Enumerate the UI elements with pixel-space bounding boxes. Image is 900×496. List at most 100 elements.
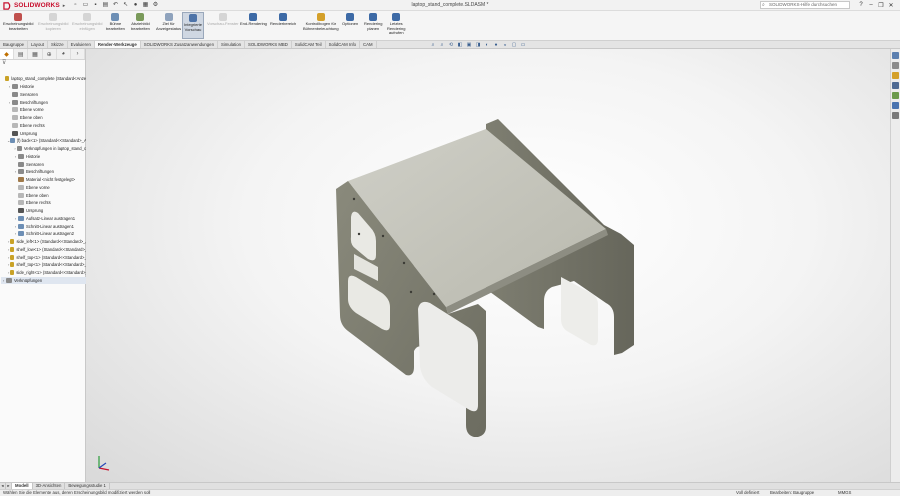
dimxpert-tab-icon[interactable]: ⊕: [43, 49, 57, 59]
ribbon-button-label: Kontrollbogen für Bühnenbeleuchtung: [303, 21, 339, 31]
tree-item[interactable]: Material <nicht festgelegt>: [13, 176, 86, 184]
edit-appearance-icon[interactable]: ●: [493, 42, 499, 48]
open-file-icon[interactable]: ▭: [82, 1, 89, 8]
select-icon[interactable]: ↖: [122, 1, 129, 8]
design-library-icon[interactable]: [892, 62, 899, 69]
tree-item[interactable]: ›side_left<1> (Standard<<Standard>_Anzei…: [7, 238, 86, 246]
tree-item[interactable]: › Beschriftungen: [7, 98, 86, 106]
more-tabs-icon[interactable]: ›: [71, 49, 86, 59]
options-gear-icon[interactable]: ⚙: [152, 1, 159, 8]
tree-item[interactable]: Ebene oben: [7, 114, 86, 122]
print-icon[interactable]: ▤: [102, 1, 109, 8]
laptop-stand-model[interactable]: [86, 49, 890, 482]
scene-icon[interactable]: ◒: [502, 42, 508, 48]
filter-icon[interactable]: ⊽: [0, 60, 85, 67]
ribbon-button-8[interactable]: End-Rendering: [240, 13, 267, 27]
display-manager-tab-icon[interactable]: ◕: [57, 49, 71, 59]
save-icon[interactable]: ▪: [92, 1, 99, 8]
tree-item[interactable]: laptop_stand_complete (Standard<Anzeiges…: [1, 75, 86, 83]
display-style-icon[interactable]: ◨: [475, 42, 481, 48]
undo-icon[interactable]: ↶: [112, 1, 119, 8]
help-button[interactable]: ?: [856, 0, 866, 10]
status-units[interactable]: MMGS: [838, 490, 851, 496]
tree-item[interactable]: › Historie: [7, 83, 86, 91]
restore-button[interactable]: ❐: [876, 0, 886, 10]
tree-item[interactable]: ›shelf_low<1> (Standard<<Standard>_Anzei…: [7, 246, 86, 254]
view-settings-icon[interactable]: ▢: [511, 42, 517, 48]
tree-item[interactable]: Sensoren: [13, 160, 86, 168]
custom-properties-icon[interactable]: [892, 102, 899, 109]
tree-item-label: Aufsatz-Linear austragen1: [26, 215, 76, 221]
tree-item[interactable]: Ebene oben: [13, 191, 86, 199]
tab-9[interactable]: SolidCAM Info: [326, 41, 361, 48]
ribbon-button-6[interactable]: Integrierte Vorschau: [182, 12, 205, 39]
help-search-input[interactable]: ⌕ SOLIDWORKS-Hilfe durchsuchen: [760, 1, 850, 9]
tree-item[interactable]: › Schnitt-Linear austragen2: [13, 230, 86, 238]
tree-item[interactable]: ⌄(f) back<1> (Standard<<Standard>_Anzeig…: [7, 137, 86, 145]
tree-item[interactable]: ›side_right<1> (Standard<<Standard>_Anze…: [7, 269, 86, 277]
configuration-manager-tab-icon[interactable]: ▦: [28, 49, 43, 59]
tab-6[interactable]: Simulation: [218, 41, 246, 48]
appearances-icon[interactable]: [892, 92, 899, 99]
ribbon-button-7: Vorschau-Fenster: [207, 13, 239, 27]
ribbon-button-5[interactable]: Ziel für Anzeigestatus: [156, 13, 181, 31]
tree-item[interactable]: Ebene vorne: [7, 106, 86, 114]
tab-1[interactable]: Layout: [28, 41, 48, 48]
tree-item[interactable]: ›shelf_top<1> (Standard<<Standard>_Anzei…: [7, 261, 86, 269]
feature-manager-tab-icon[interactable]: ◆: [0, 49, 15, 59]
graphics-area[interactable]: [86, 49, 890, 482]
tree-item[interactable]: › Historie: [13, 153, 86, 161]
tree-item[interactable]: Ursprung: [13, 207, 86, 215]
tree-item[interactable]: Ebene rechts: [13, 199, 86, 207]
tree-item[interactable]: › Beschriftungen: [13, 168, 86, 176]
ribbon-button-13[interactable]: Letztes Rendering aufrufen: [387, 13, 405, 36]
view-orientation-icon[interactable]: ▣: [466, 42, 472, 48]
tab-4[interactable]: Render-Werkzeuge: [94, 41, 141, 48]
tab-2[interactable]: Skizze: [48, 41, 68, 48]
ribbon-button-0[interactable]: Erscheinungsbild bearbeiten: [3, 13, 33, 31]
previous-view-icon[interactable]: ⟲: [448, 42, 454, 48]
close-button[interactable]: ✕: [886, 0, 896, 10]
tree-item[interactable]: › Aufsatz-Linear austragen1: [13, 215, 86, 223]
solidworks-resources-icon[interactable]: [892, 52, 899, 59]
tree-item[interactable]: ›Verknüpfungen in laptop_stand_complete: [13, 145, 86, 153]
minimize-button[interactable]: –: [866, 0, 876, 10]
tree-node-icon: [4, 76, 10, 82]
tree-item[interactable]: › Schnitt-Linear austragen1: [13, 222, 86, 230]
ribbon-button-10[interactable]: Kontrollbogen für Bühnenbeleuchtung: [303, 13, 339, 31]
ribbon-button-9[interactable]: Renderbereich: [270, 13, 296, 27]
ribbon-button-3[interactable]: Bühne bearbeiten: [106, 13, 125, 31]
file-explorer-icon[interactable]: [892, 72, 899, 79]
view-palette-icon[interactable]: [892, 82, 899, 89]
rebuild-icon[interactable]: ●: [132, 1, 139, 8]
tree-item[interactable]: › Verknüpfungen: [1, 276, 86, 285]
solidworks-logo[interactable]: SOLIDWORKS ▸: [3, 1, 65, 10]
new-document-icon[interactable]: ▫: [72, 1, 79, 8]
solidcam-icon[interactable]: [892, 112, 899, 119]
tree-item[interactable]: ›shelf_top<1> (Standard<<Standard>_Anzei…: [7, 253, 86, 261]
ribbon-button-4[interactable]: Abziehbild bearbeiten: [131, 13, 150, 31]
tree-item[interactable]: Ebene vorne: [13, 184, 86, 192]
menu-arrow-icon[interactable]: ▸: [63, 3, 66, 9]
ribbon-button-icon: [111, 13, 120, 21]
tab-7[interactable]: SOLIDWORKS MBD: [245, 41, 292, 48]
tree-item[interactable]: Ursprung: [7, 129, 86, 137]
tab-3[interactable]: Evaluieren: [68, 41, 95, 48]
tab-8[interactable]: SolidCAM Teil: [292, 41, 326, 48]
tree-item[interactable]: Ebene rechts: [7, 122, 86, 130]
tab-5[interactable]: SOLIDWORKS Zusatzanwendungen: [141, 41, 218, 48]
ribbon-button-11[interactable]: Optionen: [342, 13, 358, 27]
tree-item[interactable]: Sensoren: [7, 91, 86, 99]
command-manager-ribbon: Erscheinungsbild bearbeiten Erscheinungsb…: [0, 11, 900, 41]
file-properties-icon[interactable]: ▦: [142, 1, 149, 8]
tree-item-label: Beschriftungen: [20, 99, 48, 105]
section-view-icon[interactable]: ◧: [457, 42, 463, 48]
property-manager-tab-icon[interactable]: ▤: [14, 49, 29, 59]
zoom-to-fit-icon[interactable]: ⌕: [430, 42, 436, 48]
monitor-icon[interactable]: ▭: [520, 42, 526, 48]
tab-0[interactable]: Baugruppe: [0, 41, 29, 48]
tab-10[interactable]: CAM: [360, 41, 377, 48]
hide-show-icon[interactable]: ◐: [484, 42, 490, 48]
zoom-area-icon[interactable]: ⌕: [439, 42, 445, 48]
ribbon-button-12[interactable]: Rendering planen: [364, 13, 382, 31]
